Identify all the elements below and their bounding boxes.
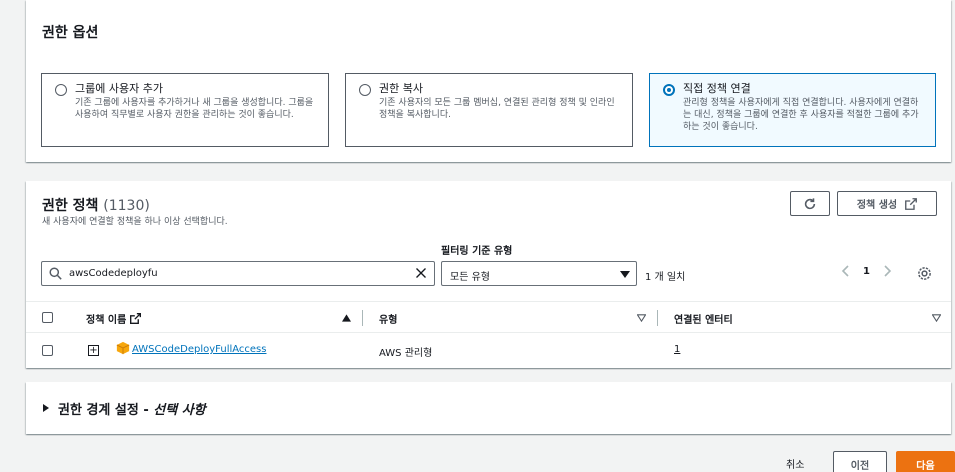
search-value: awsCodedeployfu (69, 268, 158, 279)
option-attach-policies-desc: 관리형 정책을 사용자에게 직접 연결합니다. 사용자에게 연결하는 대신, 정… (683, 98, 919, 132)
previous-button[interactable]: 이전 (833, 451, 887, 472)
chevron-right-icon[interactable] (884, 265, 892, 277)
option-copy-permissions-desc: 기존 사용자의 모든 그룹 멤버십, 연결된 관리형 정책 및 인라인 정책을 … (379, 98, 615, 120)
pagination: 1 (841, 265, 892, 277)
option-add-to-group[interactable]: 그룹에 사용자 추가 기존 그룹에 사용자를 추가하거나 새 그룹을 생성합니다… (41, 73, 329, 147)
table-header: 정책 이름 유형 연결된 엔터티 (26, 301, 951, 333)
sort-ascending-icon[interactable] (342, 314, 351, 322)
option-add-to-group-desc: 기존 그룹에 사용자를 추가하거나 새 그룹을 생성합니다. 그룹을 사용하여 … (75, 98, 314, 120)
column-type-label: 유형 (379, 315, 398, 326)
permissions-boundary-title[interactable]: 권한 경계 설정 - 선택 사항 (58, 399, 206, 418)
column-divider (657, 310, 658, 326)
option-copy-permissions-title: 권한 복사 (379, 82, 423, 95)
select-all-checkbox[interactable] (42, 312, 53, 323)
column-type[interactable]: 유형 (379, 311, 397, 326)
permissions-boundary-label: 권한 경계 설정 - (58, 403, 154, 418)
caret-right-icon[interactable] (43, 404, 49, 412)
column-policy-name-label: 정책 이름 (86, 315, 127, 326)
policies-description: 새 사용자에 연결할 정책을 하나 이상 선택합니다. (42, 217, 228, 227)
column-entities[interactable]: 연결된 엔터티 (674, 311, 733, 326)
create-policy-button[interactable]: 정책 생성 (837, 191, 937, 216)
filter-type-select[interactable]: 모든 유형 (441, 261, 637, 286)
external-link-icon (130, 313, 142, 324)
external-link-icon (905, 197, 918, 210)
permissions-boundary-panel[interactable]: 권한 경계 설정 - 선택 사항 (26, 382, 951, 434)
aws-managed-cube-icon (116, 341, 130, 355)
radio-attach-policies[interactable] (663, 84, 675, 96)
search-icon (49, 267, 62, 280)
sort-icon[interactable] (932, 314, 941, 322)
policies-count: (1130) (103, 198, 150, 214)
page-number[interactable]: 1 (863, 266, 870, 277)
option-attach-policies-title: 직접 정책 연결 (683, 82, 751, 95)
column-entities-label: 연결된 엔터티 (674, 315, 733, 326)
option-attach-policies[interactable]: 직접 정책 연결 관리형 정책을 사용자에게 직접 연결합니다. 사용자에게 연… (649, 73, 936, 147)
radio-copy-permissions[interactable] (359, 84, 371, 96)
match-count: 1 개 일치 (645, 272, 686, 283)
policies-title: 권한 정책 (42, 198, 99, 214)
column-divider (362, 310, 363, 326)
radio-add-to-group[interactable] (55, 84, 67, 96)
permission-options-panel: 권한 옵션 그룹에 사용자 추가 기존 그룹에 사용자를 추가하거나 새 그룹을… (26, 0, 951, 162)
permission-options-title: 권한 옵션 (42, 25, 99, 41)
refresh-icon (804, 197, 816, 209)
next-button[interactable]: 다음 (896, 451, 955, 472)
table-row[interactable]: + AWSCodeDeployFullAccess AWS 관리형 1 (26, 334, 951, 366)
attached-entities-link[interactable]: 1 (674, 344, 680, 355)
permission-policies-panel: 권한 정책 (1130) 새 사용자에 연결할 정책을 하나 이상 선택합니다.… (26, 181, 951, 368)
column-policy-name[interactable]: 정책 이름 (86, 311, 142, 326)
sort-icon[interactable] (637, 314, 646, 322)
policies-heading: 권한 정책 (1130) (42, 195, 150, 215)
settings-gear-icon[interactable] (917, 266, 932, 281)
filter-type-value: 모든 유형 (450, 272, 490, 283)
chevron-left-icon[interactable] (841, 265, 849, 277)
clear-icon[interactable] (415, 267, 427, 279)
filter-type-label: 필터링 기준 유형 (441, 246, 513, 257)
policy-search-input[interactable]: awsCodedeployfu (41, 261, 435, 286)
cancel-button[interactable]: 취소 (786, 456, 804, 471)
create-policy-label: 정책 생성 (856, 200, 898, 211)
policy-type-cell: AWS 관리형 (379, 348, 433, 359)
option-add-to-group-title: 그룹에 사용자 추가 (75, 82, 163, 95)
row-checkbox[interactable] (42, 345, 53, 356)
caret-down-icon (620, 271, 630, 278)
expand-icon[interactable]: + (88, 345, 99, 356)
permissions-boundary-optional: 선택 사항 (153, 403, 206, 418)
option-copy-permissions[interactable]: 권한 복사 기존 사용자의 모든 그룹 멤버십, 연결된 관리형 정책 및 인라… (345, 73, 633, 147)
refresh-button[interactable] (790, 191, 830, 216)
policy-name-link[interactable]: AWSCodeDeployFullAccess (132, 344, 266, 355)
